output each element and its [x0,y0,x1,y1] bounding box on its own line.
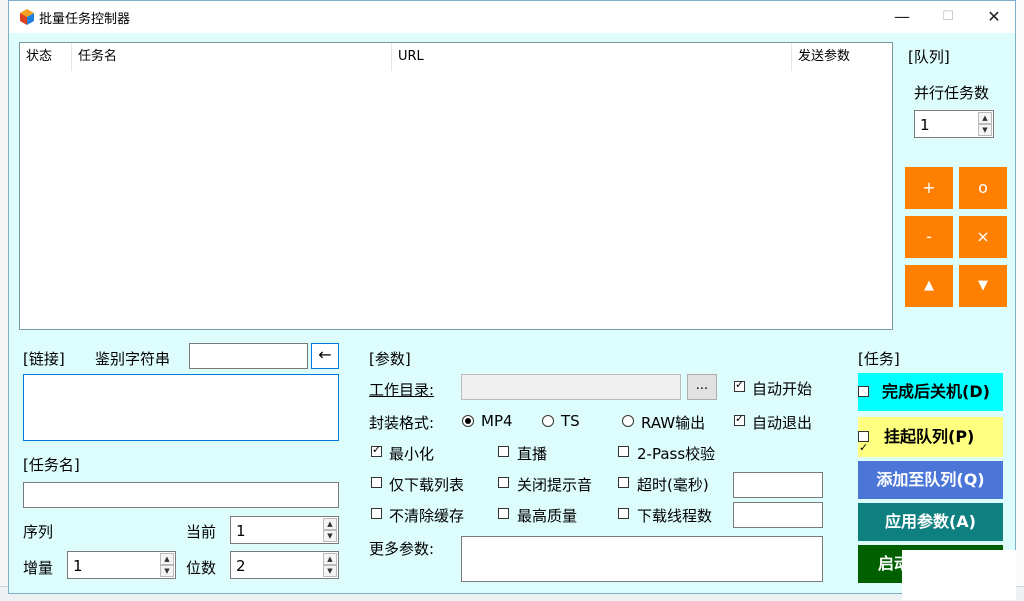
shutdown-after-complete-toggle[interactable]: 完成后关机(D) [858,373,1003,411]
more-params-label: 更多参数: [369,540,435,558]
best-quality-checkbox[interactable] [498,508,509,519]
work-dir-input[interactable] [461,374,681,400]
timeout-checkbox[interactable] [618,477,629,488]
sequence-label: 序列 [23,523,54,541]
timeout-label: 超时(毫秒) [637,476,709,494]
queue-add-button[interactable]: + [905,167,953,209]
links-textarea[interactable] [23,374,339,441]
current-label: 当前 [186,523,217,541]
list-only-label: 仅下载列表 [389,476,465,494]
queue-remove-button[interactable]: - [905,216,953,258]
ident-string-label: 鉴别字符串 [95,350,171,368]
work-dir-label: 工作目录: [369,381,435,399]
suspend-queue-toggle[interactable]: 挂起队列(P) [858,417,1003,468]
ident-string-input[interactable] [189,343,308,369]
column-header-task-name[interactable]: 任务名 [72,43,392,71]
maximize-button[interactable]: ☐ [925,1,971,33]
threads-checkbox[interactable] [618,508,629,519]
add-to-queue-button[interactable]: 添加至队列(Q) [858,461,1003,499]
stepper-up-icon[interactable]: ▲ [323,553,337,565]
auto-start-checkbox[interactable] [734,378,745,392]
no-clear-cache-label: 不清除缓存 [389,507,465,525]
format-raw-radio[interactable] [622,415,634,427]
stepper-down-icon[interactable]: ▼ [323,565,337,577]
shutdown-label: 完成后关机(D) [882,382,990,401]
increment-value: 1 [73,557,83,575]
task-section-label: [任务] [858,350,900,368]
format-ts-label: TS [561,412,580,430]
current-value: 1 [236,522,246,540]
shutdown-checkbox[interactable] [858,386,869,397]
queue-move-down-button[interactable]: ▼ [959,265,1007,307]
threads-input[interactable] [733,502,823,528]
column-header-send-params[interactable]: 发送参数 [792,43,892,71]
parallel-tasks-stepper[interactable]: 1 ▲ ▼ [914,110,994,138]
no-clear-cache-checkbox[interactable] [371,508,382,519]
format-ts-radio[interactable] [542,415,554,427]
digits-value: 2 [236,557,246,575]
best-quality-label: 最高质量 [517,507,578,525]
minimize-label: 最小化 [389,445,435,463]
auto-exit-checkbox[interactable] [734,412,745,426]
column-header-url[interactable]: URL [392,43,792,71]
increment-label: 增量 [23,559,54,577]
column-header-status[interactable]: 状态 [20,43,72,71]
close-button[interactable]: ✕ [971,1,1015,33]
background-window-right [1016,0,1024,600]
title-bar: 批量任务控制器 — ☐ ✕ [9,1,1015,33]
format-label: 封装格式: [369,414,435,432]
current-stepper[interactable]: 1 ▲ ▼ [230,516,339,544]
suspend-label: 挂起队列(P) [884,427,975,446]
stepper-down-icon[interactable]: ▼ [323,530,337,542]
queue-clear-button[interactable]: o [959,167,1007,209]
apply-ident-button[interactable]: ← [311,343,339,369]
browse-button[interactable]: ... [687,374,717,400]
close-sound-label: 关闭提示音 [517,476,593,494]
timeout-input[interactable] [733,472,823,498]
minimize-checkbox[interactable] [371,443,382,457]
overlay-patch [902,550,1016,600]
app-icon [20,9,34,25]
queue-delete-button[interactable]: × [959,216,1007,258]
more-params-input[interactable] [461,536,823,582]
task-list[interactable]: 状态 任务名 URL 发送参数 [19,42,893,330]
stepper-up-icon[interactable]: ▲ [160,553,174,565]
auto-exit-label: 自动退出 [752,414,813,432]
two-pass-label: 2-Pass校验 [637,445,716,463]
auto-start-label: 自动开始 [752,380,813,398]
minimize-button[interactable]: — [879,1,925,33]
stepper-down-icon[interactable]: ▼ [978,124,992,136]
digits-label: 位数 [186,559,217,577]
queue-move-up-button[interactable]: ▲ [905,265,953,307]
link-section-label: [链接] [23,350,65,368]
apply-params-button[interactable]: 应用参数(A) [858,503,1003,541]
format-mp4-label: MP4 [481,412,513,430]
params-section-label: [参数] [369,350,411,368]
close-sound-checkbox[interactable] [498,477,509,488]
list-only-checkbox[interactable] [371,477,382,488]
threads-label: 下载线程数 [637,507,713,525]
digits-stepper[interactable]: 2 ▲ ▼ [230,551,339,579]
live-label: 直播 [517,445,548,463]
stepper-up-icon[interactable]: ▲ [323,518,337,530]
suspend-checkbox[interactable] [858,428,869,468]
live-checkbox[interactable] [498,446,509,457]
task-name-section-label: [任务名] [23,456,80,474]
stepper-up-icon[interactable]: ▲ [978,112,992,124]
parallel-tasks-label: 并行任务数 [914,84,990,102]
stepper-down-icon[interactable]: ▼ [160,565,174,577]
window-title: 批量任务控制器 [39,12,131,27]
parallel-tasks-value: 1 [920,116,930,134]
two-pass-checkbox[interactable] [618,446,629,457]
batch-task-controller-window: 批量任务控制器 — ☐ ✕ 状态 任务名 URL 发送参数 [队列] 并行任务数… [8,0,1016,594]
increment-stepper[interactable]: 1 ▲ ▼ [67,551,176,579]
task-name-input[interactable] [23,482,339,508]
format-raw-label: RAW输出 [641,414,706,432]
format-mp4-radio[interactable] [462,415,474,427]
queue-section-label: [队列] [908,48,950,66]
